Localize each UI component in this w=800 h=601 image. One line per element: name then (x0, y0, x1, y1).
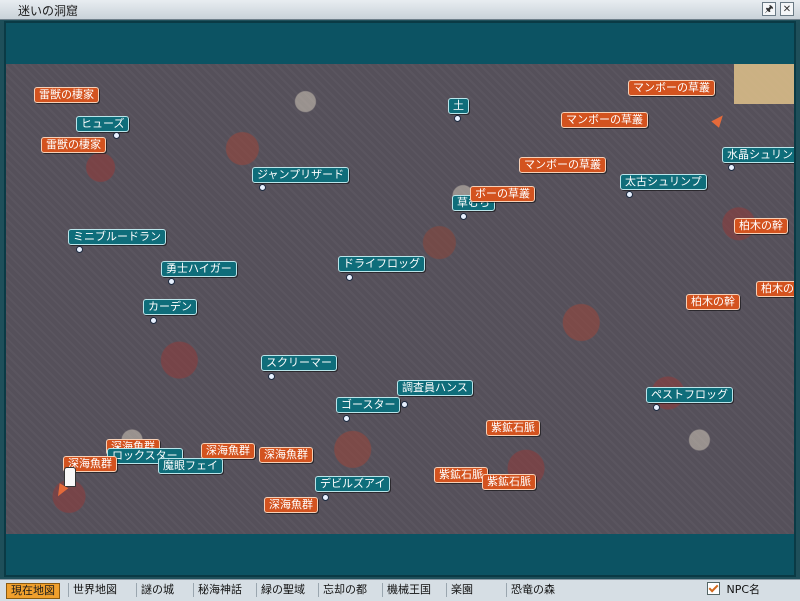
window-titlebar: 迷いの洞窟 🖈 ✕ (0, 0, 800, 20)
npc-label[interactable]: ミニブルードラン (68, 229, 166, 245)
npc-label[interactable]: 太古シュリンプ (620, 174, 707, 190)
sand-patch (734, 64, 794, 104)
window-title: 迷いの洞窟 (18, 4, 79, 18)
player-character-icon (64, 467, 76, 487)
gate-label[interactable]: ボーの草叢 (470, 186, 535, 202)
map-pin (168, 278, 175, 285)
map-pin (626, 191, 633, 198)
npc-label[interactable]: スクリーマー (261, 355, 337, 371)
gate-label[interactable]: 紫鉱石脈 (482, 474, 536, 490)
exit-arrow-icon[interactable] (711, 112, 727, 128)
gate-label[interactable]: 雷獣の棲家 (41, 137, 106, 153)
tab-green-sanctuary[interactable]: 緑の聖域 (256, 583, 309, 597)
tab-paradise[interactable]: 楽園 (446, 583, 477, 597)
npc-name-toggle-label: NPC名 (726, 583, 761, 596)
tab-current-map[interactable]: 現在地図 (6, 583, 60, 599)
tab-forgotten-city[interactable]: 忘却の都 (318, 583, 371, 597)
map-tabs: 現在地図 世界地図 謎の城 秘海神話 緑の聖域 忘却の都 機械王国 楽園 恐竜の… (0, 579, 800, 601)
map-pin (322, 494, 329, 501)
map-pin (401, 401, 408, 408)
map-pin (150, 317, 157, 324)
close-icon[interactable]: ✕ (780, 2, 794, 16)
npc-label[interactable]: 勇士ハイガー (161, 261, 237, 277)
npc-label[interactable]: 土 (448, 98, 469, 114)
map-pin (454, 115, 461, 122)
npc-label[interactable]: ゴースター (336, 397, 401, 413)
tab-machine-kingdom[interactable]: 機械王国 (382, 583, 435, 597)
map-pin (728, 164, 735, 171)
tab-sea-legend[interactable]: 秘海神話 (193, 583, 246, 597)
gate-label[interactable]: 柏木の幹 (734, 218, 788, 234)
npc-label[interactable]: 調査員ハンス (397, 380, 473, 396)
gate-label[interactable]: 深海魚群 (201, 443, 255, 459)
map-pin (268, 373, 275, 380)
map-pin (460, 213, 467, 220)
cave-map[interactable]: 雷獣の棲家 ヒューズ 雷獣の棲家 ジャンプリザード 土 草むら マンボーの草叢 … (6, 64, 794, 534)
gate-label[interactable]: マンボーの草叢 (519, 157, 606, 173)
gate-label[interactable]: 紫鉱石脈 (434, 467, 488, 483)
gate-label[interactable]: 深海魚群 (264, 497, 318, 513)
map-pin (346, 274, 353, 281)
gate-label[interactable]: マンボーの草叢 (628, 80, 715, 96)
gate-label[interactable]: マンボーの草叢 (561, 112, 648, 128)
pin-icon[interactable]: 🖈 (762, 2, 776, 16)
tab-world-map[interactable]: 世界地図 (68, 583, 121, 597)
npc-label[interactable]: ジャンプリザード (252, 167, 350, 183)
map-pin (343, 415, 350, 422)
gate-label[interactable]: 柏木の幹 (756, 281, 794, 297)
npc-label[interactable]: ドライフロッグ (338, 256, 425, 272)
map-pin (653, 404, 660, 411)
tab-castle[interactable]: 謎の城 (136, 583, 178, 597)
npc-label[interactable]: 魔眼フェイ (158, 458, 223, 474)
npc-name-toggle[interactable]: NPC名 (707, 582, 760, 597)
map-pin (113, 132, 120, 139)
npc-label[interactable]: カーデン (143, 299, 197, 315)
gate-label[interactable]: 柏木の幹 (686, 294, 740, 310)
map-pin (76, 246, 83, 253)
npc-label[interactable]: 水晶シュリン (722, 147, 794, 163)
npc-name-checkbox[interactable] (707, 582, 720, 595)
map-pin (259, 184, 266, 191)
gate-label[interactable]: 深海魚群 (259, 447, 313, 463)
tab-dino-forest[interactable]: 恐竜の森 (506, 583, 559, 597)
gate-label[interactable]: 紫鉱石脈 (486, 420, 540, 436)
npc-label[interactable]: ペストフロッグ (646, 387, 733, 403)
gate-label[interactable]: 雷獣の棲家 (34, 87, 99, 103)
npc-label[interactable]: ヒューズ (76, 116, 130, 132)
npc-label[interactable]: デビルズアイ (315, 476, 391, 492)
